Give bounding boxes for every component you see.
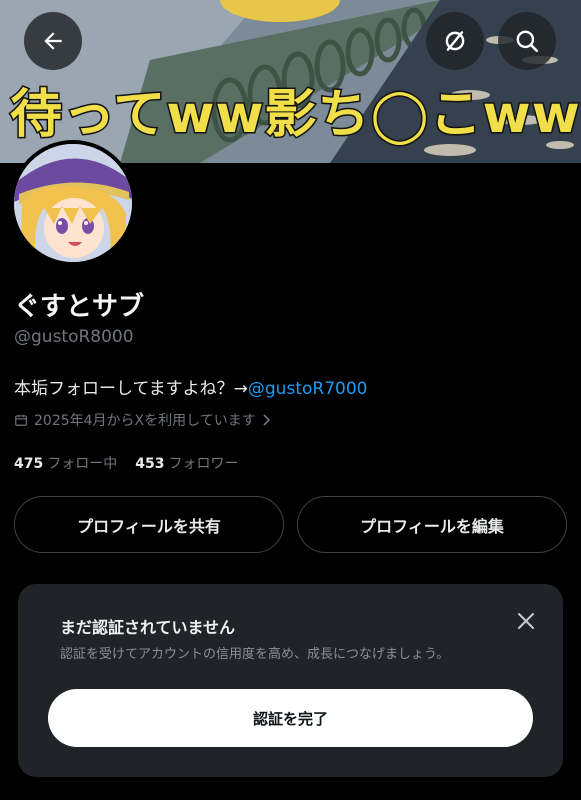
bio-text: 本垢フォローしてますよね？→ [14,379,248,399]
chevron-right-icon [263,414,270,426]
follow-stats: 475 フォロー中 453 フォロワー [14,453,238,473]
joined-date-row[interactable]: 2025年4月からXを利用しています [14,410,272,430]
arrow-left-icon [44,32,62,50]
share-profile-button[interactable]: プロフィールを共有 [14,496,284,553]
followers-count: 453 [135,456,165,472]
edit-profile-button[interactable]: プロフィールを編集 [297,496,567,553]
close-card-button[interactable] [511,606,541,636]
followers-label: フォロワー [168,456,239,472]
verification-card: まだ認証されていません 認証を受けてアカウントの信用度を高め、成長につなげましょ… [18,584,563,777]
calendar-icon [15,414,27,426]
following-stat[interactable]: 475 フォロー中 [14,453,117,473]
hide-banner-button[interactable] [426,12,484,70]
bio-mention-link[interactable]: @gustoR7000 [248,379,368,399]
username-handle: @gustoR8000 [14,327,134,347]
followers-stat[interactable]: 453 フォロワー [135,453,238,473]
back-button[interactable] [24,12,82,70]
search-button[interactable] [498,12,556,70]
banner-caption: 待ってww影ち◯こww [9,84,581,147]
avatar-image [14,144,132,262]
verification-title: まだ認証されていません [60,618,236,637]
display-name: ぐすとサブ [14,292,145,322]
profile-banner[interactable]: 待ってww影ち◯こww [0,0,581,163]
following-label: フォロー中 [47,456,118,472]
eye-slash-icon [445,31,465,51]
verification-description: 認証を受けてアカウントの信用度を高め、成長につなげましょう。 [60,647,450,662]
close-icon [518,613,534,629]
search-icon [516,30,539,53]
complete-verification-button[interactable]: 認証を完了 [48,689,533,747]
avatar[interactable] [10,140,136,266]
following-count: 475 [14,456,44,472]
joined-text: 2025年4月からXを利用しています [34,413,256,429]
bio: 本垢フォローしてますよね？→@gustoR7000 [14,374,367,399]
